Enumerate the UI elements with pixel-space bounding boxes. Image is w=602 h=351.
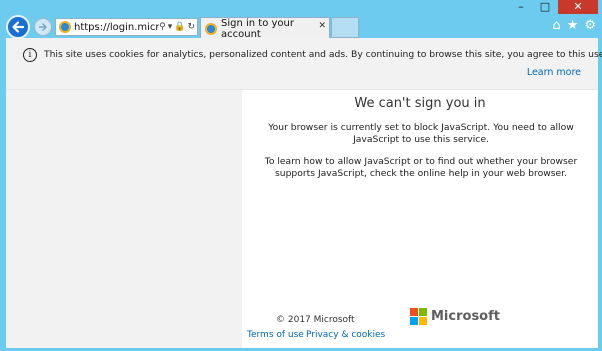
gear-icon[interactable]: ⚙	[584, 18, 596, 33]
javascript-blocked-message: Your browser is currently set to block J…	[268, 122, 574, 145]
arrow-right-icon	[38, 23, 47, 31]
lock-icon: 🔒	[174, 22, 186, 32]
page-viewport: i This site uses cookies for analytics, …	[6, 38, 602, 348]
home-icon[interactable]: ⌂	[552, 18, 560, 33]
back-button[interactable]	[6, 15, 30, 39]
arrow-left-icon	[12, 21, 25, 33]
microsoft-wordmark: Microsoft	[431, 309, 500, 324]
close-window-button[interactable]: ✕	[558, 0, 598, 14]
microsoft-logo: Microsoft	[410, 308, 500, 325]
minimize-button[interactable]: –	[510, 0, 532, 14]
tab-sign-in[interactable]: Sign in to your account ✕	[200, 17, 330, 40]
copyright-text: © 2017 Microsoft	[276, 315, 355, 325]
new-tab-button[interactable]	[331, 17, 359, 38]
search-icon[interactable]: ⚲	[159, 22, 166, 32]
address-url[interactable]: https://login.micr...	[74, 22, 159, 33]
microsoft-squares-icon	[410, 308, 427, 325]
sign-in-content: We can't sign you in Your browser is cur…	[242, 90, 598, 348]
ie-logo-icon	[205, 22, 217, 35]
ie-logo-icon	[59, 21, 71, 33]
address-bar[interactable]: https://login.micr... ⚲ ▾ 🔒 ↻	[55, 18, 198, 36]
privacy-cookies-link[interactable]: Privacy & cookies	[306, 330, 385, 340]
tools-bar: ⌂ ★ ⚙	[552, 18, 596, 33]
star-icon[interactable]: ★	[567, 18, 579, 33]
chevron-down-icon[interactable]: ▾	[168, 22, 173, 32]
left-pane	[6, 90, 242, 348]
info-icon: i	[23, 48, 37, 62]
learn-more-link[interactable]: Learn more	[527, 67, 581, 78]
forward-button[interactable]	[34, 18, 52, 36]
page-title: We can't sign you in	[354, 96, 486, 111]
close-tab-icon[interactable]: ✕	[318, 21, 326, 31]
javascript-help-message: To learn how to allow JavaScript or to f…	[264, 156, 578, 179]
terms-of-use-link[interactable]: Terms of use	[247, 330, 304, 340]
tab-title: Sign in to your account	[221, 17, 294, 40]
refresh-icon[interactable]: ↻	[187, 22, 195, 32]
window-controls: – □ ✕	[510, 0, 598, 16]
cookie-text: This site uses cookies for analytics, pe…	[44, 49, 602, 60]
browser-window: – □ ✕ https://login.micr... ⚲ ▾ 🔒 ↻ Sign…	[0, 0, 602, 351]
maximize-button[interactable]: □	[534, 0, 556, 14]
cookie-banner: i This site uses cookies for analytics, …	[6, 38, 602, 90]
